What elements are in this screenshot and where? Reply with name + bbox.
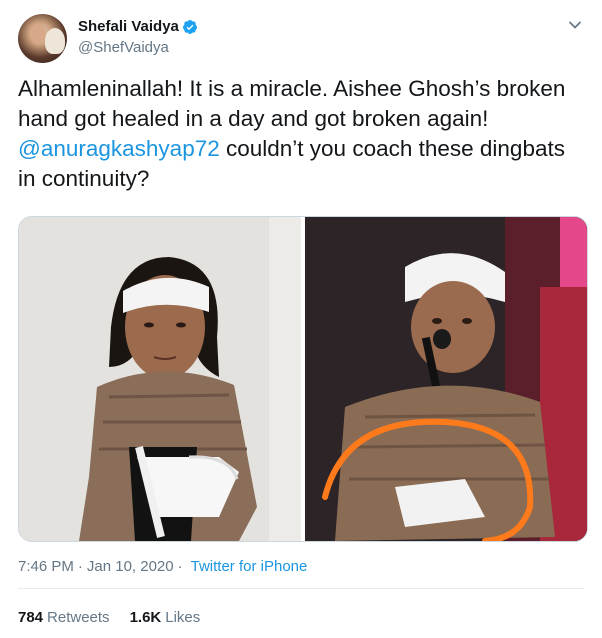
likes-label: Likes: [165, 609, 201, 626]
tweet-text: Alhamleninallah! It is a miracle. Aishee…: [18, 74, 588, 194]
engagement-stats: 784 Retweets 1.6K Likes: [18, 609, 220, 626]
retweets-label: Retweets: [47, 609, 110, 626]
photo-left-image: [19, 217, 301, 541]
tweet-text-body: Alhamleninallah! It is a miracle. Aishee…: [18, 76, 566, 131]
tweet-time[interactable]: 7:46 PM: [18, 558, 74, 575]
author-name-row: Shefali Vaidya: [78, 18, 198, 35]
avatar[interactable]: [18, 14, 67, 63]
divider: [18, 588, 584, 589]
meta-separator-2: ·: [177, 558, 183, 575]
tweet-card: Shefali Vaidya @ShefVaidya Alhamleninall…: [0, 0, 602, 638]
meta-separator: ·: [77, 558, 83, 575]
retweets-stat[interactable]: 784 Retweets: [18, 609, 110, 626]
likes-stat[interactable]: 1.6K Likes: [130, 609, 201, 626]
photo-right-image: [305, 217, 587, 541]
photo-right[interactable]: [305, 217, 587, 541]
tweet-source[interactable]: Twitter for iPhone: [191, 558, 308, 575]
author-name[interactable]: Shefali Vaidya: [78, 18, 179, 35]
tweet-date[interactable]: Jan 10, 2020: [87, 558, 174, 575]
media-grid: [18, 216, 588, 542]
tweet-meta: 7:46 PM · Jan 10, 2020 · Twitter for iPh…: [18, 558, 307, 575]
likes-count: 1.6K: [129, 609, 162, 626]
avatar-dog: [45, 28, 65, 54]
avatar-face: [30, 24, 46, 44]
photo-left[interactable]: [19, 217, 301, 541]
retweets-count: 784: [18, 609, 44, 626]
author-handle[interactable]: @ShefVaidya: [78, 39, 169, 56]
verified-badge-icon: [182, 19, 197, 34]
chevron-down-icon[interactable]: [567, 17, 583, 33]
mention-link[interactable]: @anuragkashyap72: [18, 136, 220, 161]
